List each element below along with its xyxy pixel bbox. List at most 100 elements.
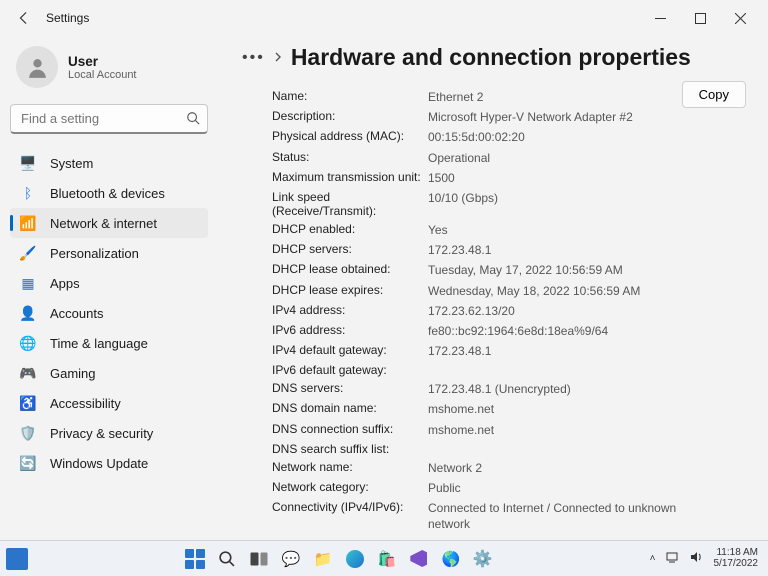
sidebar-item-network-internet[interactable]: 📶 Network & internet — [10, 208, 208, 238]
taskbar-tray[interactable]: ˄ 11:18 AM 5/17/2022 — [640, 548, 768, 569]
taskbar-app-settings[interactable]: ⚙️ — [470, 546, 496, 572]
edge-icon — [346, 550, 364, 568]
search-input[interactable] — [10, 104, 208, 134]
maximize-button[interactable] — [680, 2, 720, 34]
close-icon — [735, 13, 746, 24]
nav-icon: 🛡️ — [20, 425, 36, 441]
search-icon — [186, 111, 200, 128]
chat-icon: 💬 — [281, 550, 300, 568]
property-key: DHCP servers: — [272, 242, 428, 256]
network-icon[interactable] — [666, 551, 680, 566]
start-button[interactable] — [182, 546, 208, 572]
sidebar-item-apps[interactable]: ▦Apps — [10, 268, 208, 298]
property-value: Yes — [428, 222, 752, 238]
property-value: Public — [428, 480, 752, 496]
property-key: IPv4 default gateway: — [272, 343, 428, 357]
sidebar-item-time-language[interactable]: 🌐Time & language — [10, 328, 208, 358]
sidebar-item-accessibility[interactable]: ♿Accessibility — [10, 388, 208, 418]
breadcrumb: ••• Hardware and connection properties — [242, 36, 752, 87]
minimize-button[interactable] — [640, 2, 680, 34]
folder-icon: 📁 — [313, 550, 332, 568]
taskbar-clock[interactable]: 11:18 AM 5/17/2022 — [714, 548, 759, 569]
nav-icon: 🖥️ — [20, 155, 36, 171]
property-row: DHCP servers:172.23.48.1 — [272, 240, 752, 260]
property-key: Network category: — [272, 480, 428, 494]
property-row: DNS search suffix list: — [272, 440, 752, 458]
property-value: 10/10 (Gbps) — [428, 190, 752, 206]
gear-icon: ⚙️ — [473, 549, 493, 569]
breadcrumb-more-button[interactable]: ••• — [242, 49, 265, 67]
sidebar-item-accounts[interactable]: 👤Accounts — [10, 298, 208, 328]
property-value: fe80::bc92:1964:6e8d:18ea%9/64 — [428, 323, 752, 339]
sidebar-item-label: System — [50, 156, 93, 171]
property-row: DNS connection suffix:mshome.net — [272, 420, 752, 440]
property-key: Status: — [272, 150, 428, 164]
task-view-button[interactable] — [246, 546, 272, 572]
user-icon — [25, 55, 50, 80]
nav-icon: ♿ — [20, 395, 36, 411]
sidebar-item-label: Windows Update — [50, 456, 148, 471]
sidebar-item-privacy-security[interactable]: 🛡️ Privacy & security — [10, 418, 208, 448]
property-key: IPv6 address: — [272, 323, 428, 337]
sidebar-item-system[interactable]: 🖥️ System — [10, 148, 208, 178]
sidebar-item-gaming[interactable]: 🎮Gaming — [10, 358, 208, 388]
property-key: IPv6 default gateway: — [272, 363, 428, 377]
chevron-up-icon[interactable]: ˄ — [650, 553, 656, 564]
property-row: DNS servers:172.23.48.1 (Unencrypted) — [272, 379, 752, 399]
property-value: Connected to Internet / Connected to unk… — [428, 500, 752, 532]
app-body: User Local Account 🖥️ System ᛒBluetooth & … — [0, 36, 768, 540]
property-value: mshome.net — [428, 422, 752, 438]
property-row: DHCP enabled:Yes — [272, 220, 752, 240]
taskbar-app-store[interactable]: 🛍️ — [374, 546, 400, 572]
property-row: Name:Ethernet 2 — [272, 87, 752, 107]
volume-icon[interactable] — [690, 551, 704, 566]
sidebar-item-windows-update[interactable]: 🔄 Windows Update — [10, 448, 208, 478]
property-value: 172.23.48.1 — [428, 242, 752, 258]
taskbar-app-explorer[interactable]: 📁 — [310, 546, 336, 572]
close-button[interactable] — [720, 2, 760, 34]
app-title: Settings — [46, 11, 89, 25]
nav-icon: 🔄 — [20, 455, 36, 471]
taskbar-app-vs[interactable] — [406, 546, 432, 572]
sidebar-item-label: Network & internet — [50, 216, 157, 231]
property-key: Network name: — [272, 460, 428, 474]
user-account-type: Local Account — [68, 69, 137, 81]
property-row: IPv4 default gateway:172.23.48.1 — [272, 341, 752, 361]
nav-icon: 📶 — [20, 215, 36, 231]
taskbar-search-button[interactable] — [214, 546, 240, 572]
taskbar-app-terminal[interactable]: 🌎 — [438, 546, 464, 572]
property-row: IPv6 address:fe80::bc92:1964:6e8d:18ea%9… — [272, 321, 752, 341]
sidebar-item-bluetooth-devices[interactable]: ᛒBluetooth & devices — [10, 178, 208, 208]
sidebar-item-personalization[interactable]: 🖌️Personalization — [10, 238, 208, 268]
property-key: DHCP lease expires: — [272, 283, 428, 297]
minimize-icon — [655, 13, 666, 24]
taskbar-time: 11:18 AM — [714, 548, 759, 559]
chevron-right-icon — [273, 50, 283, 65]
property-value: 172.23.48.1 — [428, 343, 752, 359]
taskbar-app-edge[interactable] — [342, 546, 368, 572]
property-row: Network category:Public — [272, 478, 752, 498]
property-row: Status:Operational — [272, 148, 752, 168]
sidebar-item-label: Privacy & security — [50, 426, 153, 441]
user-block[interactable]: User Local Account — [10, 36, 208, 102]
page-title: Hardware and connection properties — [291, 44, 691, 71]
copy-button[interactable]: Copy — [682, 81, 746, 108]
taskbar-widgets-button[interactable] — [6, 548, 28, 570]
taskbar-app-chat[interactable]: 💬 — [278, 546, 304, 572]
user-name: User — [68, 54, 137, 69]
back-button[interactable] — [8, 2, 40, 34]
content-area: ••• Hardware and connection properties C… — [218, 36, 768, 540]
property-key: DNS domain name: — [272, 401, 428, 415]
user-text: User Local Account — [68, 54, 137, 81]
sidebar-item-label: Apps — [50, 276, 80, 291]
property-value: Wednesday, May 18, 2022 10:56:59 AM — [428, 283, 752, 299]
taskbar-left — [0, 541, 38, 576]
nav-list: 🖥️ System ᛒBluetooth & devices 📶 Network & i… — [10, 148, 208, 478]
arrow-left-icon — [17, 11, 31, 25]
taskbar-date: 5/17/2022 — [714, 559, 759, 570]
property-key: DNS servers: — [272, 381, 428, 395]
sidebar-item-label: Gaming — [50, 366, 96, 381]
search-icon — [218, 550, 235, 567]
property-row: DHCP lease obtained:Tuesday, May 17, 202… — [272, 260, 752, 280]
property-key: Description: — [272, 109, 428, 123]
